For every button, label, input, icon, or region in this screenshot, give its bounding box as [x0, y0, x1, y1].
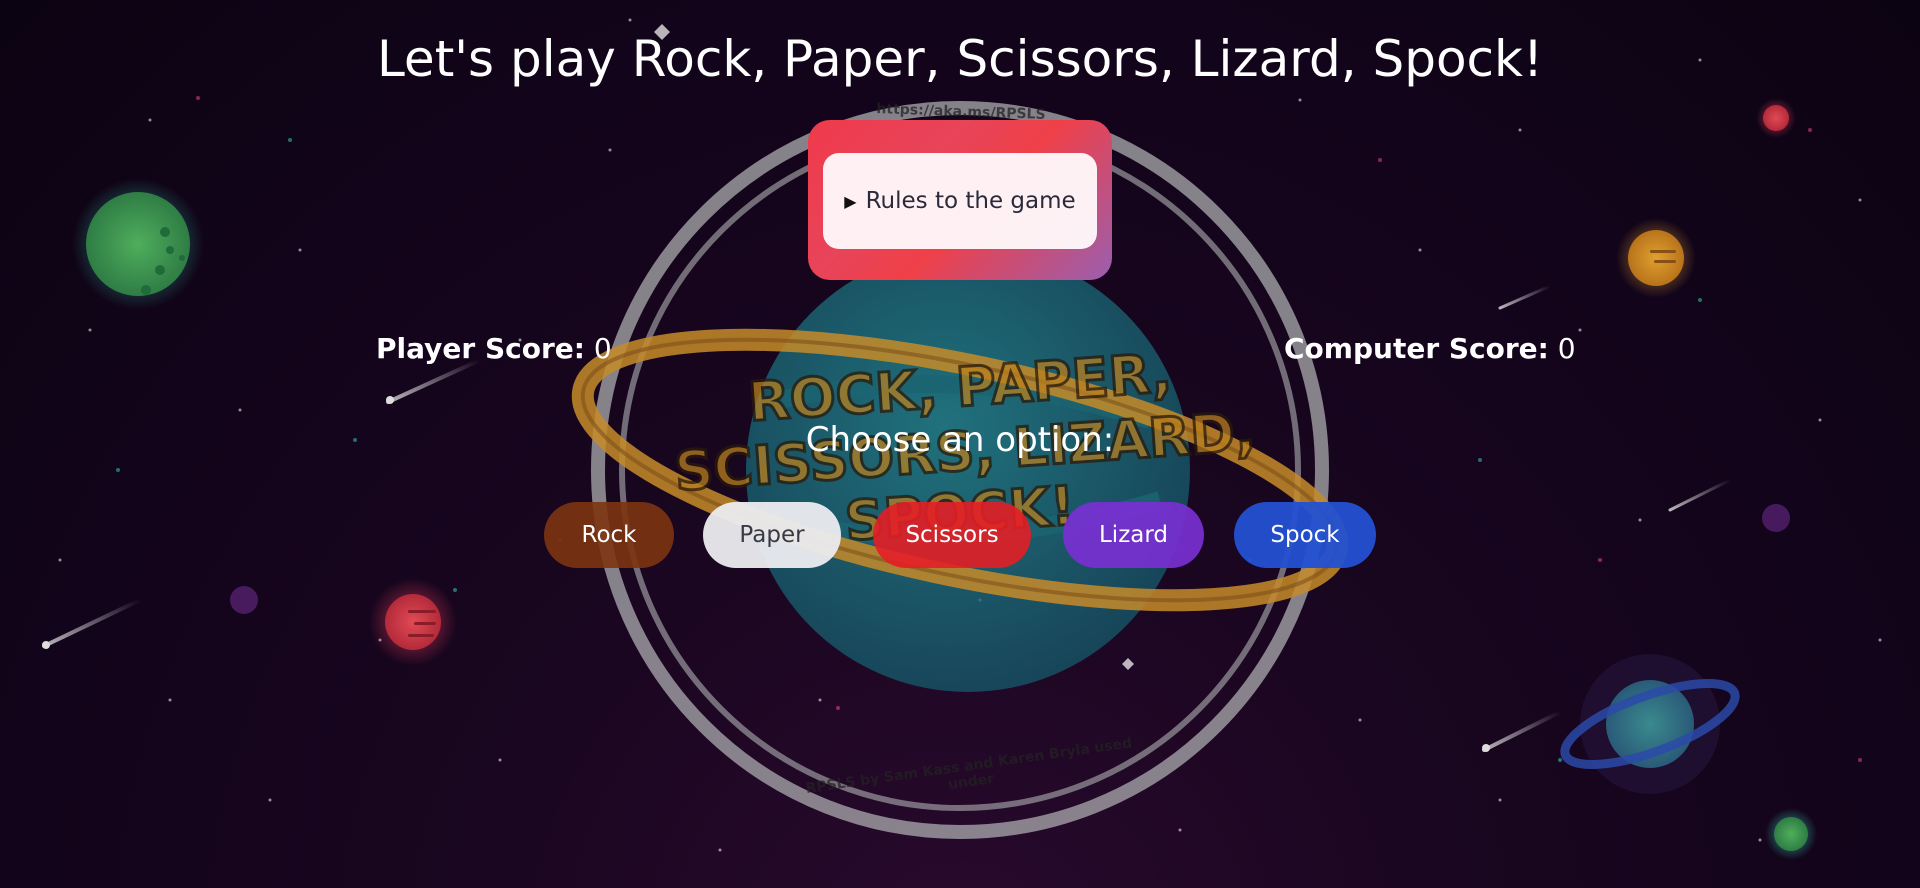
paper-button[interactable]: Paper [703, 502, 841, 568]
page-title: Let's play Rock, Paper, Scissors, Lizard… [376, 30, 1544, 88]
rock-button[interactable]: Rock [544, 502, 674, 568]
small-green-planet [1765, 808, 1817, 860]
choose-option-prompt: Choose an option: [805, 420, 1115, 460]
rules-toggle[interactable]: ▶ Rules to the game [823, 153, 1097, 249]
spock-button[interactable]: Spock [1234, 502, 1376, 568]
player-score-label: Player Score: [376, 332, 585, 365]
player-score: Player Score: 0 [376, 332, 612, 365]
orange-planet [1616, 218, 1696, 298]
player-score-value: 0 [593, 332, 612, 365]
scissors-button[interactable]: Scissors [873, 502, 1031, 568]
computer-score-value: 0 [1557, 332, 1576, 365]
ringed-planet [1560, 654, 1740, 794]
lizard-button[interactable]: Lizard [1063, 502, 1204, 568]
red-planet-small [1756, 98, 1796, 138]
computer-score-label: Computer Score: [1284, 332, 1549, 365]
computer-score: Computer Score: 0 [1284, 332, 1576, 365]
disclosure-triangle-icon: ▶ [844, 191, 857, 211]
red-planet [369, 578, 457, 666]
rules-label: Rules to the game [865, 188, 1076, 214]
green-planet [72, 178, 204, 310]
